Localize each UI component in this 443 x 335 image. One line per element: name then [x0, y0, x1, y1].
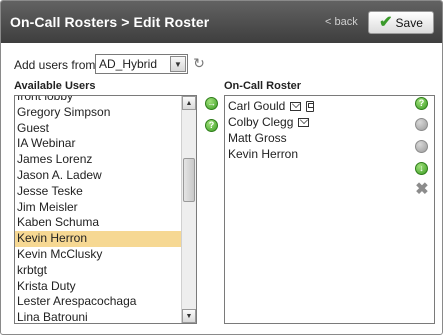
scroll-thumb[interactable] — [183, 158, 195, 202]
header-bar: On-Call Rosters > Edit Roster < back ✔ S… — [1, 1, 442, 43]
roster-item[interactable]: Colby Clegg — [228, 114, 310, 130]
user-source-value: AD_Hybrid — [99, 57, 158, 71]
roster-item-name: Kevin Herron — [228, 147, 299, 161]
on-call-roster-heading: On-Call Roster — [224, 80, 302, 92]
roster-item[interactable]: Carl Gould — [228, 98, 315, 114]
available-user-item[interactable]: front lobby — [15, 96, 182, 105]
move-up-icon[interactable] — [415, 118, 428, 131]
available-user-item[interactable]: Lester Arespacochaga — [15, 294, 182, 310]
roster-item-name: Carl Gould — [228, 99, 286, 113]
roster-item-name: Colby Clegg — [228, 115, 294, 129]
available-user-item[interactable]: Kevin Herron — [15, 231, 182, 247]
available-users-heading: Available Users — [14, 80, 96, 92]
help-icon[interactable]: ? — [205, 119, 218, 132]
add-users-label: Add users from — [14, 58, 96, 72]
scroll-down-icon[interactable]: ▼ — [182, 309, 196, 323]
back-link[interactable]: < back — [325, 16, 358, 28]
scroll-up-icon[interactable]: ▲ — [182, 96, 196, 110]
page-title: On-Call Rosters > Edit Roster — [10, 14, 210, 30]
available-user-item[interactable]: Krista Duty — [15, 279, 182, 295]
available-user-item[interactable]: Kevin McClusky — [15, 247, 182, 263]
roster-item[interactable]: Matt Gross — [228, 130, 287, 146]
move-down-icon[interactable] — [415, 140, 428, 153]
roster-item[interactable]: Kevin Herron — [228, 146, 298, 162]
available-user-item[interactable]: Jesse Teske — [15, 184, 182, 200]
edit-roster-window: On-Call Rosters > Edit Roster < back ✔ S… — [0, 0, 443, 335]
available-user-item[interactable]: Kaben Schuma — [15, 215, 182, 231]
save-button[interactable]: ✔ Save — [368, 11, 434, 34]
available-user-item[interactable]: James Lorenz — [15, 152, 182, 168]
available-users-scrollbar[interactable]: ▲ ▼ — [181, 96, 196, 323]
available-users-items: front lobby Gregory Simpson Guest IA Webina… — [15, 96, 182, 323]
user-source-select[interactable]: AD_Hybrid ▼ — [95, 54, 188, 74]
available-user-item[interactable]: Lina Batrouni — [15, 310, 182, 323]
available-user-item[interactable]: Jim Meisler — [15, 200, 182, 216]
available-user-item[interactable]: Jason A. Ladew — [15, 168, 182, 184]
phone-icon — [306, 100, 315, 112]
save-button-label: Save — [395, 15, 423, 30]
available-user-item[interactable]: Guest — [15, 121, 182, 137]
available-users-list[interactable]: front lobby Gregory Simpson Guest IA Webina… — [14, 95, 197, 324]
available-user-item[interactable]: IA Webinar — [15, 136, 182, 152]
move-to-bottom-icon[interactable]: ↓ — [415, 162, 428, 175]
roster-help-icon[interactable]: ? — [415, 97, 428, 110]
envelope-icon — [298, 117, 310, 127]
envelope-icon — [290, 101, 302, 111]
available-user-item[interactable]: krbtgt — [15, 263, 182, 279]
available-user-item[interactable]: Gregory Simpson — [15, 105, 182, 121]
roster-item-name: Matt Gross — [228, 131, 287, 145]
refresh-icon[interactable]: ↻ — [192, 56, 206, 70]
add-to-roster-icon[interactable]: → — [205, 97, 218, 110]
on-call-roster-list[interactable]: Carl Gould Colby Clegg Matt Gross Kevin … — [224, 95, 435, 324]
checkmark-icon: ✔ — [379, 13, 393, 31]
chevron-down-icon[interactable]: ▼ — [170, 56, 186, 72]
remove-icon[interactable]: ✖ — [415, 182, 429, 198]
